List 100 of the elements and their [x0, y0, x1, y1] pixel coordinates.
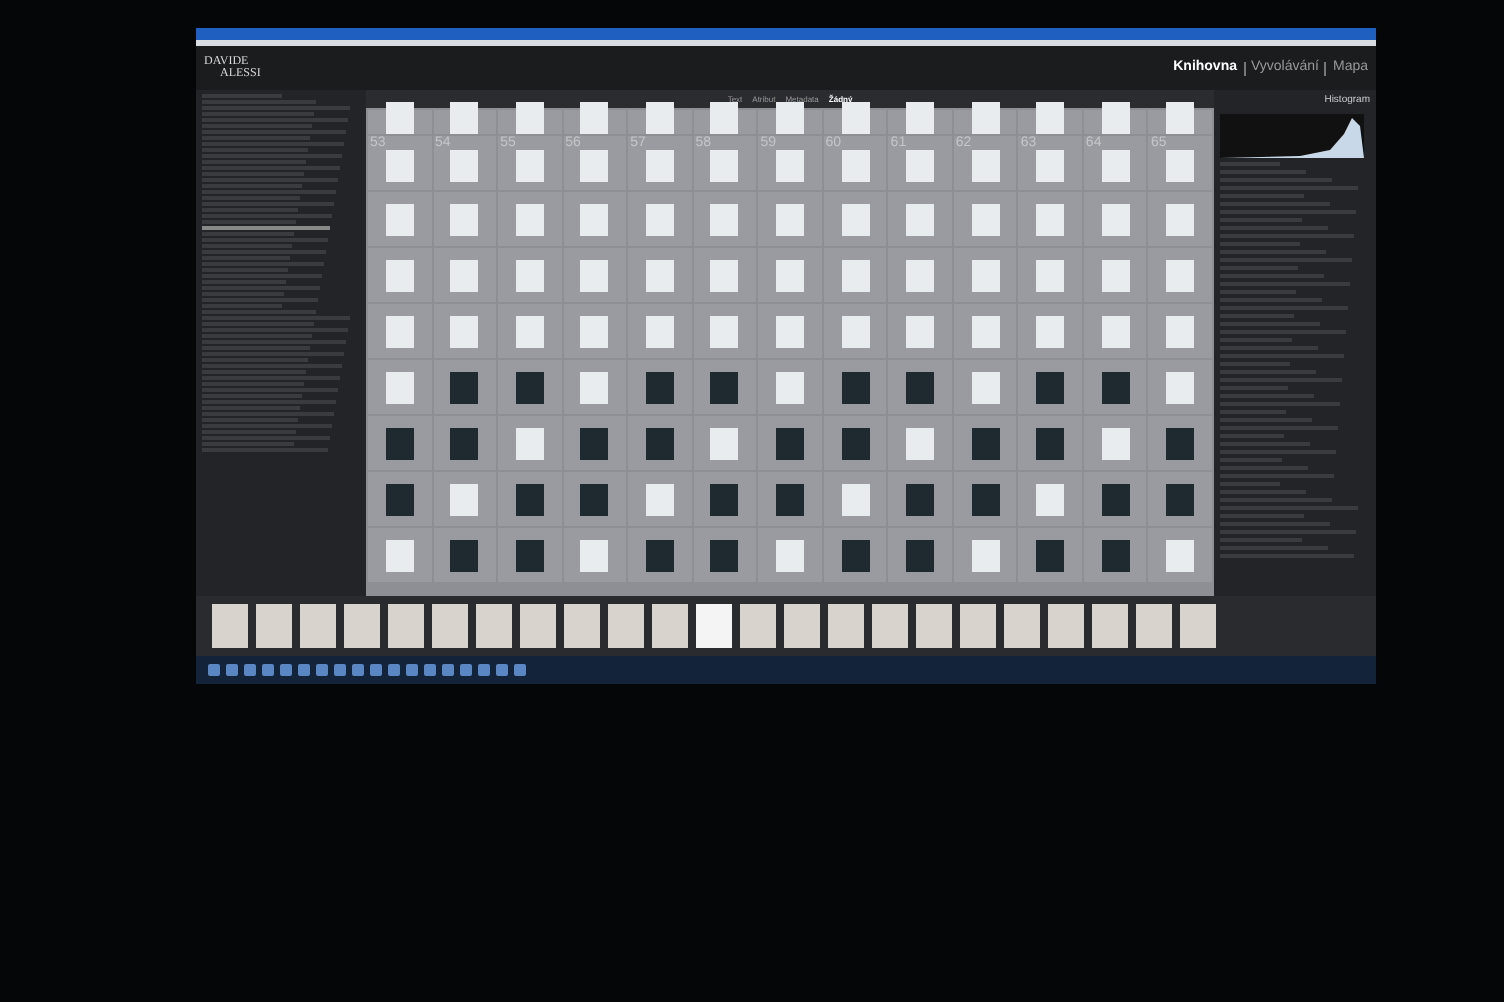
grid-cell[interactable] [563, 248, 627, 302]
grid-cell[interactable] [498, 248, 562, 302]
grid-cell[interactable] [953, 528, 1017, 582]
grid-cell[interactable] [758, 416, 822, 470]
grid-cell[interactable] [563, 416, 627, 470]
grid-cell[interactable] [1083, 360, 1147, 414]
grid-cell[interactable] [888, 416, 952, 470]
grid-cell[interactable] [563, 304, 627, 358]
grid-cell[interactable] [888, 248, 952, 302]
grid-cell[interactable] [823, 248, 887, 302]
grid-cell[interactable] [368, 192, 432, 246]
grid-cell[interactable] [628, 304, 692, 358]
grid-cell[interactable] [953, 472, 1017, 526]
grid-cell[interactable] [823, 416, 887, 470]
grid-cell[interactable] [1083, 248, 1147, 302]
photo-placeholder [1101, 203, 1130, 235]
grid-cell[interactable] [498, 192, 562, 246]
grid-cell[interactable] [693, 248, 757, 302]
grid-cell[interactable] [1018, 304, 1082, 358]
grid-cell[interactable] [1018, 360, 1082, 414]
grid-cell[interactable] [628, 248, 692, 302]
photo-placeholder [515, 539, 544, 571]
grid-cell[interactable] [628, 528, 692, 582]
grid-cell[interactable] [888, 304, 952, 358]
grid-cell[interactable] [758, 304, 822, 358]
grid-cell[interactable] [498, 528, 562, 582]
grid-cell[interactable] [368, 304, 432, 358]
photo-placeholder [515, 102, 544, 134]
grid-cell[interactable] [758, 248, 822, 302]
grid-cell[interactable] [563, 360, 627, 414]
grid-cell[interactable] [953, 248, 1017, 302]
grid-cell[interactable] [823, 528, 887, 582]
grid-cell[interactable] [433, 528, 497, 582]
grid-cell[interactable] [888, 472, 952, 526]
grid-cell[interactable] [823, 360, 887, 414]
grid-cell[interactable] [433, 472, 497, 526]
grid-cell[interactable] [563, 192, 627, 246]
grid-cell[interactable] [953, 192, 1017, 246]
grid-cell[interactable] [888, 360, 952, 414]
grid-cell[interactable] [1018, 192, 1082, 246]
grid-cell[interactable] [953, 416, 1017, 470]
grid-cell[interactable] [1148, 192, 1212, 246]
grid-cell[interactable] [953, 304, 1017, 358]
grid-cell[interactable] [758, 360, 822, 414]
grid-cell[interactable] [1148, 528, 1212, 582]
grid-cell[interactable] [628, 192, 692, 246]
grid-cell[interactable] [563, 528, 627, 582]
grid-cell[interactable] [498, 416, 562, 470]
grid-cell[interactable] [433, 416, 497, 470]
grid-cell[interactable] [368, 528, 432, 582]
grid-cell[interactable] [1148, 304, 1212, 358]
grid-cell[interactable] [693, 528, 757, 582]
photo-placeholder [710, 259, 739, 291]
grid-cell[interactable] [758, 528, 822, 582]
grid-cell[interactable] [693, 416, 757, 470]
grid-cell[interactable] [1148, 248, 1212, 302]
grid-cell[interactable] [1083, 472, 1147, 526]
grid-cell[interactable] [823, 304, 887, 358]
photo-placeholder [841, 203, 870, 235]
photo-placeholder [841, 150, 870, 182]
grid-cell[interactable] [1148, 472, 1212, 526]
grid-cell[interactable] [498, 304, 562, 358]
grid-cell[interactable] [1083, 192, 1147, 246]
grid-cell[interactable] [758, 472, 822, 526]
grid-cell[interactable] [368, 248, 432, 302]
grid-cell[interactable] [693, 360, 757, 414]
grid-cell[interactable] [433, 248, 497, 302]
grid-cell[interactable] [888, 192, 952, 246]
grid-cell[interactable] [1018, 472, 1082, 526]
grid-cell[interactable] [758, 192, 822, 246]
grid-cell[interactable] [433, 360, 497, 414]
grid-cell[interactable] [628, 472, 692, 526]
grid-cell[interactable] [628, 416, 692, 470]
grid-cell[interactable] [953, 360, 1017, 414]
grid-cell[interactable] [433, 192, 497, 246]
grid-cell[interactable] [1018, 416, 1082, 470]
grid-cell[interactable] [368, 360, 432, 414]
grid-cell[interactable] [888, 528, 952, 582]
grid-cell[interactable] [823, 192, 887, 246]
grid-cell[interactable] [498, 360, 562, 414]
grid-cell[interactable] [693, 304, 757, 358]
grid-cell[interactable] [1018, 528, 1082, 582]
photo-placeholder [971, 315, 1000, 347]
grid-cell[interactable] [1148, 416, 1212, 470]
grid-cell[interactable] [1083, 528, 1147, 582]
grid-cell[interactable] [563, 472, 627, 526]
grid-cell[interactable] [693, 472, 757, 526]
grid-cell[interactable] [433, 304, 497, 358]
grid-cell[interactable] [693, 192, 757, 246]
grid-cell[interactable] [498, 472, 562, 526]
grid-cell[interactable] [368, 416, 432, 470]
grid-cell[interactable] [1083, 304, 1147, 358]
grid-cell[interactable] [368, 472, 432, 526]
grid-cell[interactable] [823, 472, 887, 526]
photo-placeholder [872, 604, 908, 648]
grid-cell[interactable] [628, 360, 692, 414]
photo-placeholder [971, 259, 1000, 291]
grid-cell[interactable] [1148, 360, 1212, 414]
grid-cell[interactable] [1083, 416, 1147, 470]
grid-cell[interactable] [1018, 248, 1082, 302]
